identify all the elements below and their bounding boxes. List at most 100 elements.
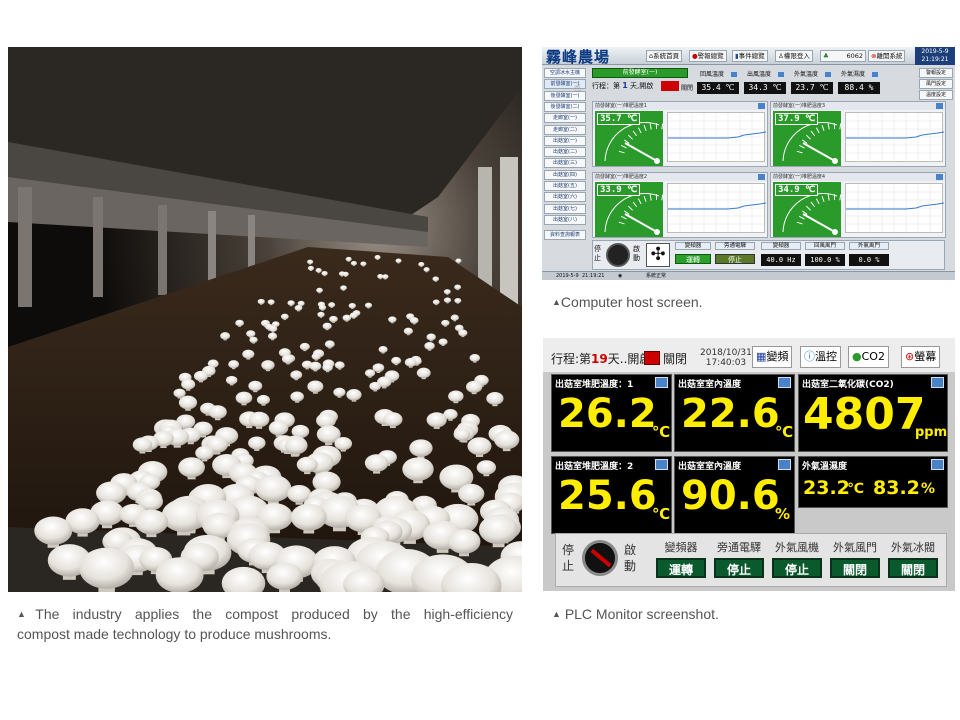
host-status-bar: 2019-5-9 21:19:21 ◉ 系統正常: [542, 271, 955, 280]
nav-item[interactable]: 出菇室(五): [544, 181, 586, 191]
gauge-value: 35.7 ℃: [597, 113, 641, 125]
inverter-label: 變頻器: [675, 242, 711, 250]
trend-chart: [845, 183, 945, 234]
plc-screen-caption: ▲ PLC Monitor screenshot.: [552, 606, 719, 622]
co2-tab[interactable]: ●CO2: [848, 346, 889, 368]
gauge: 34.9 ℃: [773, 182, 842, 237]
trend-chart: [845, 112, 945, 163]
panel-info-icon[interactable]: [758, 103, 765, 109]
reading-tile: 出菇室室內溫度 90.6%: [674, 456, 795, 534]
mushroom-farm-photo: [8, 47, 522, 592]
tile-info-icon[interactable]: [931, 459, 944, 470]
frequency-label: 變頻器: [761, 242, 801, 250]
host-start-stop-knob[interactable]: [606, 243, 630, 267]
inverter-status[interactable]: 運轉: [675, 254, 711, 264]
tile-info-icon[interactable]: [931, 377, 944, 388]
host-close-toggle[interactable]: [661, 81, 679, 91]
host-control-bar: 停止 啟動 ✣ 變頻器 運轉 旁通電驛 停止 變頻器 40.0 Hz 回風風門 …: [592, 240, 945, 270]
panel-title: 前發酵室(一)堆肥溫度2: [593, 173, 767, 181]
nav-item[interactable]: 出菇室(四): [544, 169, 586, 180]
control-status-button[interactable]: 關閉: [830, 558, 880, 578]
reading-info-icon[interactable]: [824, 71, 832, 78]
reading-label: 回風溫度: [699, 71, 724, 78]
plc-close-toggle[interactable]: [644, 351, 660, 365]
tile-unit-2: %: [921, 481, 936, 497]
nav-item[interactable]: 走廊室(一): [544, 113, 586, 124]
plc-control-bar: 停止 啟動 變頻器 運轉 旁通電驛 停止 外氣風機 停止 外氣風門 關閉 外氣冰閥 關閉: [555, 533, 947, 587]
control-label: 旁通電驛: [717, 541, 761, 554]
nav-item[interactable]: 出菇室(七): [544, 203, 586, 214]
control-status-button[interactable]: 關閉: [888, 558, 938, 578]
co2-icon: ●: [852, 350, 862, 363]
side-button[interactable]: 風門設定: [919, 79, 953, 89]
host-progress: 行程：第 1 天,開啟: [592, 81, 654, 90]
plc-monitor-screen: 行程:第19天..開啟 關閉 2018/10/31 17:40:03 ▦變頻 ⓘ溫…: [543, 338, 955, 591]
control-status-button[interactable]: 停止: [772, 558, 822, 578]
trend-line: [846, 184, 945, 234]
alarm-overview-button[interactable]: ●警報總覽: [689, 50, 727, 62]
nav-item[interactable]: 資料查詢報表: [544, 230, 586, 241]
computer-host-screen: 霧峰農場 ⌂系統首頁 ●警報總覽 ▮事件總覽 ♙權限登入 ♣ 6062 ⊗離開系統…: [542, 47, 955, 280]
login-button[interactable]: ♙權限登入: [775, 50, 813, 62]
nav-item[interactable]: 空調冰水主機: [544, 68, 586, 78]
return-damper-value: 100.0 %: [805, 254, 845, 266]
bypass-relay-status[interactable]: 停止: [715, 254, 755, 264]
tile-info-icon[interactable]: [778, 377, 791, 388]
user-group-icon: ♣: [823, 52, 829, 60]
host-datetime: 2019-5-9 21:19:21: [915, 47, 955, 65]
tile-label: 出菇室堆肥溫度：1: [555, 380, 634, 390]
nav-item[interactable]: 走廊室(二): [544, 124, 586, 135]
trend-chart: [667, 183, 767, 234]
tile-info-icon[interactable]: [778, 459, 791, 470]
control-status-button[interactable]: 運轉: [656, 558, 706, 578]
tile-unit: ppm: [915, 425, 948, 440]
triangle-icon: ▲: [552, 297, 561, 307]
panel-title: 前發酵室(一)堆肥溫度1: [593, 102, 767, 110]
home-button[interactable]: ⌂系統首頁: [646, 50, 683, 62]
inverter-tab[interactable]: ▦變頻: [752, 346, 793, 368]
nav-item[interactable]: 出菇室(三): [544, 158, 586, 169]
reading-info-icon[interactable]: [871, 71, 879, 78]
tile-value: 23.2: [803, 477, 850, 499]
tile-value: 4807: [803, 389, 926, 440]
temperature-panel: 前發酵室(一)堆肥溫度2 33.9 ℃: [592, 172, 768, 238]
temperature-panel: 前發酵室(一)堆肥溫度3 37.9 ℃: [770, 101, 946, 167]
exit-system-button[interactable]: ⊗離開系統: [868, 50, 906, 62]
tile-info-icon[interactable]: [655, 377, 668, 388]
event-overview-button[interactable]: ▮事件總覽: [732, 50, 768, 62]
nav-item[interactable]: 出菇室(六): [544, 192, 586, 203]
panel-info-icon[interactable]: [936, 103, 943, 109]
plc-stop-label: 停止: [562, 543, 575, 573]
panel-title: 前發酵室(一)堆肥溫度4: [771, 173, 945, 181]
plc-start-stop-knob[interactable]: [582, 540, 618, 576]
temperature-panel: 前發酵室(一)堆肥溫度1 35.7 ℃: [592, 101, 768, 167]
reading-tile: 出菇室二氧化碳(CO2) 4807 ppm: [798, 374, 948, 452]
side-button[interactable]: 警報設定: [919, 68, 953, 78]
panel-info-icon[interactable]: [936, 174, 943, 180]
return-damper-label: 回風風門: [805, 242, 845, 250]
panel-info-icon[interactable]: [758, 174, 765, 180]
tile-unit: ℃: [652, 505, 671, 523]
tile-value: 90.6: [681, 473, 780, 519]
plc-close-label: 關閉: [663, 352, 688, 366]
gauge: 37.9 ℃: [773, 111, 842, 166]
temp-control-tab[interactable]: ⓘ溫控: [800, 346, 841, 368]
frequency-value: 40.0 Hz: [761, 254, 801, 266]
control-label: 外氣冰閥: [891, 541, 935, 554]
reading-tile: 出菇室堆肥溫度：2 25.6 ℃: [551, 456, 672, 534]
screen-tab[interactable]: ⊛螢幕: [901, 346, 941, 368]
pointer-icon: ☝: [574, 81, 581, 94]
tile-unit: %: [775, 505, 791, 523]
nav-item[interactable]: 出菇室(一): [544, 135, 586, 146]
tile-info-icon[interactable]: [655, 459, 668, 470]
tile-unit: ℃: [847, 481, 864, 497]
side-button[interactable]: 溫度設定: [919, 90, 953, 100]
nav-item[interactable]: 出菇室(八): [544, 214, 586, 225]
nav-item[interactable]: 後發酵室(二): [544, 101, 586, 112]
control-status-button[interactable]: 停止: [714, 558, 764, 578]
reading-info-icon[interactable]: [730, 71, 738, 78]
reading-tile: 出菇室堆肥溫度：1 26.2 ℃: [551, 374, 672, 452]
nav-item[interactable]: 出菇室(二): [544, 147, 586, 158]
reading-info-icon[interactable]: [777, 71, 785, 78]
trend-chart: [667, 112, 767, 163]
